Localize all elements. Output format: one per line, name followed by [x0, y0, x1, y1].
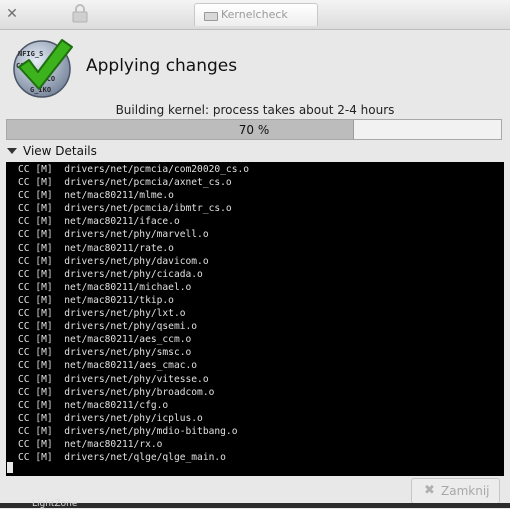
progress-bar: 70 %: [6, 119, 502, 140]
status-text: Building kernel: process takes about 2-4…: [115, 103, 395, 117]
terminal-line: CC [M] drivers/net/phy/cicada.o: [18, 268, 203, 280]
terminal-line: CC [M] net/mac80211/rate.o: [18, 242, 174, 254]
terminal-line: CC [M] drivers/net/phy/qsemi.o: [18, 321, 198, 333]
terminal-line: CC [M] drivers/net/phy/smsc.o: [18, 347, 192, 359]
terminal-line: CC [M] drivers/net/pcmcia/axnet_cs.o: [18, 177, 232, 189]
progress-label: 70 %: [238, 123, 270, 137]
terminal-line: CC [M] drivers/net/phy/marvell.o: [18, 229, 209, 241]
logo-line: NFIG_S: [18, 50, 43, 58]
close-button[interactable]: ✖ Zamknij: [411, 478, 500, 504]
terminal-line: CC [M] drivers/net/phy/icplus.o: [18, 412, 203, 424]
terminal-line: CC [M] drivers/net/phy/lxt.o: [18, 308, 186, 320]
terminal-line: CC [M] drivers/net/pcmcia/com20020_cs.o: [18, 164, 250, 175]
terminal-line: CC [M] net/mac80211/aes_cmac.o: [18, 360, 198, 372]
title-bar: ✕ Kernelcheck: [0, 0, 510, 30]
view-details-label: View Details: [23, 144, 97, 158]
triangle-down-icon: [7, 148, 17, 154]
terminal-line: CC [M] net/mac80211/mlme.o: [18, 190, 174, 202]
terminal-cursor: [7, 462, 13, 473]
terminal-line: CC [M] drivers/net/qlge/qlge_main.o: [18, 452, 226, 464]
background-window-strip: LightZone: [0, 499, 510, 509]
terminal-line: CC [M] net/mac80211/cfg.o: [18, 399, 169, 411]
terminal-line: CC [M] drivers/net/phy/vitesse.o: [18, 373, 209, 385]
terminal-output[interactable]: CC [M] drivers/net/pcmcia/com20020_cs.o C…: [6, 162, 504, 476]
terminal-line: CC [M] net/mac80211/iface.o: [18, 216, 180, 228]
page-title: Applying changes: [86, 56, 238, 76]
terminal-line: CC [M] drivers/net/phy/davicom.o: [18, 255, 209, 267]
view-details-expander[interactable]: View Details: [7, 144, 97, 160]
close-x-icon: ✖: [424, 483, 435, 498]
terminal-line: CC [M] drivers/net/phy/mdio-bitbang.o: [18, 425, 238, 437]
window-title: Kernelcheck: [221, 8, 288, 21]
checkmark-logo: NFIG_S CONF MLKCO G_IKO: [13, 39, 73, 98]
terminal-line: CC [M] net/mac80211/michael.o: [18, 281, 192, 293]
close-button-label: Zamknij: [441, 484, 490, 498]
terminal-line: CC [M] drivers/net/phy/broadcom.o: [18, 386, 215, 398]
terminal-line: CC [M] net/mac80211/aes_ccm.o: [18, 334, 192, 346]
lock-icon: [72, 4, 88, 23]
close-icon[interactable]: ✕: [5, 7, 19, 21]
terminal-line: CC [M] net/mac80211/tkip.o: [18, 294, 174, 306]
terminal-line: CC [M] net/mac80211/rx.o: [18, 438, 163, 450]
window-title-tab[interactable]: Kernelcheck: [194, 3, 318, 26]
window-icon: [204, 12, 218, 21]
terminal-line: CC [M] drivers/net/pcmcia/ibmtr_cs.o: [18, 203, 232, 215]
